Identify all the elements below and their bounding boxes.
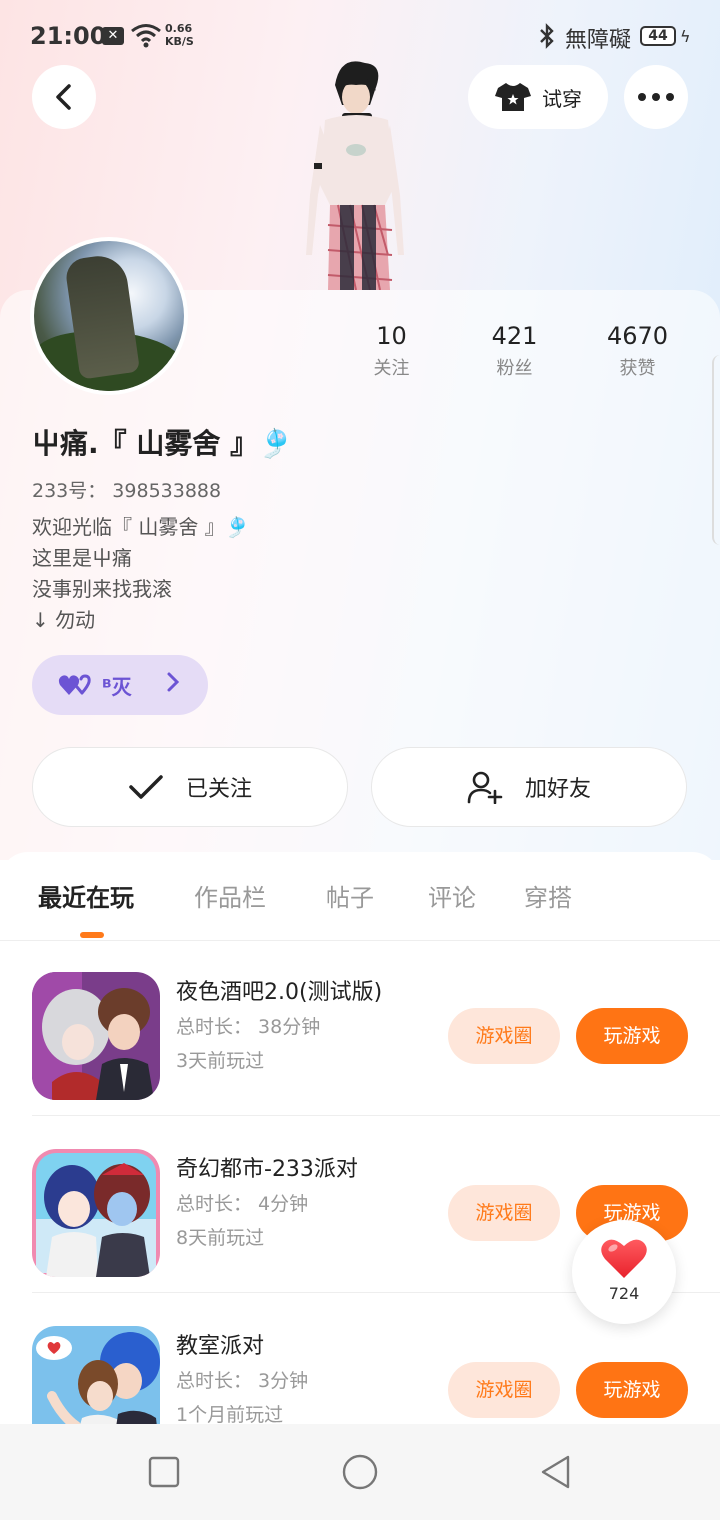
profile-bio: 欢迎光临『 山雾舍 』🎐 这里是屮痛 没事别来找我滚 ↓ 勿动 (32, 512, 250, 636)
stat-likes-count: 4670 (606, 322, 669, 350)
notification-icon: ✕ (102, 27, 124, 45)
game-last-played: 3天前玩过 (176, 1050, 265, 1072)
stat-likes-label: 获赞 (619, 358, 656, 379)
more-options-button[interactable] (624, 65, 688, 129)
bio-line: 欢迎光临『 山雾舍 』🎐 (32, 515, 250, 539)
game-duration: 总时长： 4分钟 (176, 1193, 309, 1215)
game-circle-button[interactable]: 游戏圈 (448, 1008, 560, 1064)
like-count: 724 (608, 1284, 640, 1303)
wifi-icon (131, 24, 161, 48)
back-nav-icon[interactable] (538, 1454, 574, 1490)
game-duration: 总时长： 38分钟 (176, 1016, 321, 1038)
game-duration: 总时长： 3分钟 (176, 1370, 309, 1392)
content-panel: 最近在玩 作品栏 帖子 评论 穿搭 夜色酒吧2.0(测试版) 总时长： 38分钟… (0, 852, 720, 1424)
game-icon (32, 1149, 160, 1277)
status-time: 21:00 (30, 22, 107, 50)
heart-icon (601, 1239, 647, 1278)
scroll-indicator (712, 355, 720, 545)
profile-name: 屮痛.『 山雾舍 』🎐 (32, 427, 293, 460)
like-button[interactable]: 724 (572, 1220, 676, 1324)
game-circle-button[interactable]: 游戏圈 (448, 1362, 560, 1418)
profile-avatar[interactable] (30, 237, 188, 395)
stat-fans[interactable]: 421 粉丝 (453, 322, 576, 380)
add-user-icon (467, 771, 503, 804)
battery-icon: 44 (640, 26, 676, 46)
play-game-button[interactable]: 玩游戏 (576, 1362, 688, 1418)
tab-comments[interactable]: 评论 (428, 878, 476, 913)
profile-stats: 10 关注 421 粉丝 4670 获赞 (330, 322, 700, 380)
back-arrow-icon (56, 84, 71, 110)
profile-uid: 233号： 398533888 (32, 480, 222, 502)
tab-bar: 最近在玩 作品栏 帖子 评论 穿搭 (0, 852, 720, 941)
stat-likes[interactable]: 4670 获赞 (576, 322, 699, 380)
game-last-played: 8天前玩过 (176, 1227, 265, 1249)
followed-label: 已关注 (185, 777, 252, 802)
try-on-button[interactable]: 试穿 (468, 65, 608, 129)
bio-line: 没事别来找我滚 (32, 577, 172, 601)
fan-badge-button[interactable]: ᴮ灭 (32, 655, 208, 715)
tshirt-icon (495, 83, 531, 111)
bio-line: ↓ 勿动 (32, 608, 96, 632)
chevron-right-icon (166, 671, 180, 699)
home-icon[interactable] (342, 1454, 378, 1490)
more-dots-icon (638, 93, 674, 101)
game-title: 夜色酒吧2.0(测试版) (176, 980, 383, 1005)
tab-works[interactable]: 作品栏 (194, 878, 266, 913)
game-icon (32, 972, 160, 1100)
followed-button[interactable]: 已关注 (32, 747, 348, 827)
row-divider (32, 1115, 720, 1116)
speed-value: 0.66 (165, 22, 193, 35)
game-title: 奇幻都市-233派对 (176, 1157, 358, 1182)
charging-icon: ϟ (680, 27, 691, 46)
stat-fans-label: 粉丝 (496, 358, 533, 379)
network-speed: 0.66 KB/S (165, 22, 194, 48)
stat-fans-count: 421 (491, 322, 538, 350)
back-button[interactable] (32, 65, 96, 129)
play-game-button[interactable]: 玩游戏 (576, 1008, 688, 1064)
bio-line: 这里是屮痛 (32, 546, 132, 570)
avatar-figure[interactable] (290, 55, 420, 290)
speed-unit: KB/S (165, 35, 194, 48)
accessibility-label: 無障礙 (565, 28, 632, 53)
game-icon (32, 1326, 160, 1424)
active-tab-indicator (80, 932, 104, 938)
game-circle-button[interactable]: 游戏圈 (448, 1185, 560, 1241)
add-friend-button[interactable]: 加好友 (371, 747, 687, 827)
bluetooth-icon (540, 23, 554, 49)
try-on-label: 试穿 (542, 86, 582, 111)
tab-outfits[interactable]: 穿搭 (524, 878, 572, 913)
check-icon (129, 775, 163, 799)
stat-following[interactable]: 10 关注 (330, 322, 453, 380)
fan-badge-label: ᴮ灭 (102, 674, 132, 699)
tab-posts[interactable]: 帖子 (326, 878, 374, 913)
double-heart-icon (58, 674, 91, 695)
tab-recent-play[interactable]: 最近在玩 (38, 878, 134, 913)
system-nav-bar (0, 1424, 720, 1520)
stat-following-count: 10 (376, 322, 407, 350)
game-row[interactable]: 夜色酒吧2.0(测试版) 总时长： 38分钟 3天前玩过 游戏圈 玩游戏 (0, 940, 720, 1116)
game-last-played: 1个月前玩过 (176, 1404, 284, 1424)
recent-apps-icon[interactable] (146, 1454, 182, 1490)
add-friend-label: 加好友 (524, 777, 591, 802)
avatar-photo (34, 241, 184, 391)
game-title: 教室派对 (176, 1334, 265, 1359)
stat-following-label: 关注 (373, 358, 410, 379)
